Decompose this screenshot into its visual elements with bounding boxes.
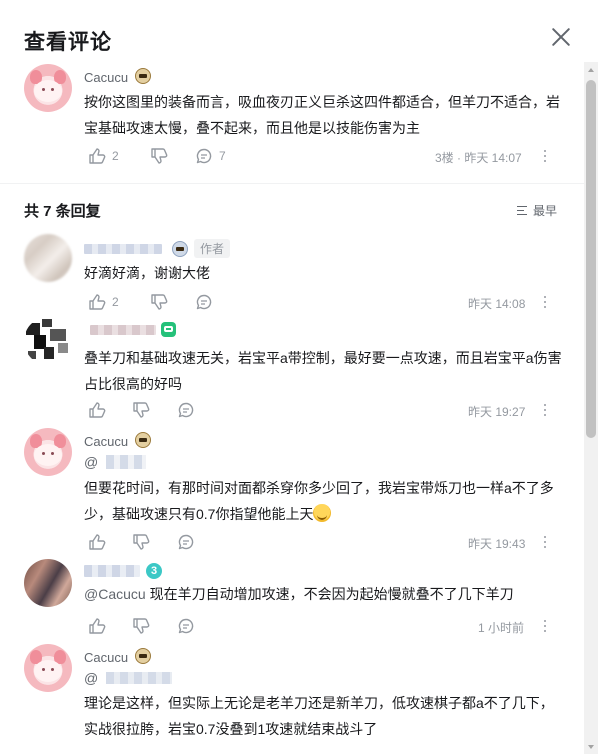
user-badge-icon bbox=[172, 241, 188, 257]
reply-actions: 2 昨天 14:08 bbox=[88, 293, 558, 313]
user-badge-icon bbox=[135, 648, 151, 664]
username[interactable]: Cacucu bbox=[84, 70, 128, 85]
dialog-header: 查看评论 bbox=[0, 0, 598, 62]
like-count: 2 bbox=[112, 295, 119, 309]
mention-link[interactable]: @Cacucu bbox=[84, 586, 146, 602]
divider bbox=[0, 183, 584, 184]
dialog-title: 查看评论 bbox=[24, 31, 112, 54]
reply-actions: 1 小时前 bbox=[88, 617, 558, 637]
emoji-icon bbox=[313, 504, 332, 522]
sort-label: 最早 bbox=[533, 204, 558, 218]
avatar[interactable] bbox=[24, 559, 72, 607]
reply-actions bbox=[88, 317, 558, 337]
reply-content: 叠羊刀和基础攻速无关，岩宝平a带控制，最好要一点攻速，而且岩宝平a伤害占比很高的… bbox=[84, 350, 562, 392]
thumbs-up-icon bbox=[89, 148, 106, 164]
author-tag: 作者 bbox=[194, 239, 231, 258]
dislike-button[interactable] bbox=[132, 533, 150, 551]
more-vertical-icon[interactable] bbox=[543, 535, 547, 549]
avatar[interactable] bbox=[24, 428, 72, 476]
more-vertical-icon[interactable] bbox=[543, 295, 547, 309]
thumbs-down-icon bbox=[151, 148, 168, 164]
more-vertical-icon[interactable] bbox=[543, 403, 547, 417]
comment-content: 按你这图里的装备而言，吸血夜刃正义巨杀这四件都适合，但羊刀不适合，岩宝基础攻速太… bbox=[84, 94, 560, 136]
like-button[interactable] bbox=[88, 401, 106, 419]
reply-button[interactable]: 7 bbox=[195, 147, 226, 165]
comment-actions: 2 7 3楼 · 昨天 14:07 bbox=[88, 147, 558, 167]
reply-content: 但要花时间，有那时间对面都杀穿你多少回了，我岩宝带烁刀也一样a不了多少，基础攻速… bbox=[84, 475, 564, 527]
reply-bubble-icon bbox=[196, 148, 212, 164]
reply-button[interactable] bbox=[177, 617, 195, 635]
reply-content: @Cacucu 现在羊刀自动增加攻速，不会因为起始慢就叠不了几下羊刀 bbox=[84, 581, 564, 607]
reply-actions: 昨天 19:43 bbox=[88, 533, 558, 553]
comment-scroll-area: Cacucu 按你这图里的装备而言，吸血夜刃正义巨杀这四件都适合，但羊刀不适合，… bbox=[0, 62, 584, 754]
like-button[interactable]: 2 bbox=[88, 147, 119, 165]
username-redacted[interactable] bbox=[84, 244, 162, 254]
reply-bubble-icon bbox=[196, 294, 212, 310]
reply-bubble-icon bbox=[178, 618, 194, 634]
like-button[interactable] bbox=[88, 533, 106, 551]
thumbs-up-icon bbox=[89, 402, 106, 418]
root-comment: Cacucu 按你这图里的装备而言，吸血夜刃正义巨杀这四件都适合，但羊刀不适合，… bbox=[0, 62, 584, 182]
thumbs-down-icon bbox=[133, 618, 150, 634]
scroll-down-arrow-icon[interactable] bbox=[588, 745, 594, 749]
dislike-button[interactable] bbox=[132, 617, 150, 635]
scroll-up-arrow-icon[interactable] bbox=[588, 68, 594, 72]
user-badge-icon bbox=[135, 68, 151, 84]
username[interactable]: Cacucu bbox=[84, 434, 128, 449]
like-button[interactable] bbox=[88, 617, 106, 635]
thumbs-down-icon bbox=[133, 402, 150, 418]
reply-time: 1 小时前 bbox=[478, 621, 525, 635]
username-redacted[interactable] bbox=[84, 565, 140, 577]
sort-button[interactable]: 最早 bbox=[517, 202, 557, 219]
avatar[interactable] bbox=[24, 234, 72, 282]
thumbs-up-icon bbox=[89, 534, 106, 550]
reply-bubble-icon bbox=[178, 534, 194, 550]
replies-count-header: 共 7 条回复 bbox=[24, 203, 101, 220]
reply-item: 作者 好滴好滴，谢谢大佬 2 昨天 14:08 bbox=[0, 234, 584, 314]
reply-bubble-icon bbox=[178, 402, 194, 418]
mention-link[interactable]: @ bbox=[84, 670, 98, 686]
reply-time: 昨天 19:43 bbox=[468, 537, 526, 551]
reply-content: 好滴好滴，谢谢大佬 bbox=[84, 265, 210, 281]
floor-and-time: 3楼 · 昨天 14:07 bbox=[435, 151, 522, 165]
thumbs-down-icon bbox=[151, 294, 168, 310]
reply-content: 理论是这样，但实际上无论是老羊刀还是新羊刀，低攻速棋子都a不了几下，实战很拉胯，… bbox=[84, 695, 554, 737]
more-vertical-icon[interactable] bbox=[543, 619, 547, 633]
sort-icon bbox=[517, 206, 527, 215]
reply-mention-line: @ bbox=[84, 667, 564, 689]
thumbs-down-icon bbox=[133, 534, 150, 550]
user-badge-icon bbox=[135, 432, 151, 448]
reply-item: Cacucu @ 理论是这样，但实际上无论是老羊刀还是新羊刀，低攻速棋子都a不了… bbox=[0, 644, 584, 754]
mention-redacted bbox=[106, 455, 147, 469]
dislike-button[interactable] bbox=[132, 401, 150, 419]
dislike-button[interactable] bbox=[150, 293, 168, 311]
reply-button[interactable] bbox=[177, 401, 195, 419]
mention-redacted bbox=[106, 672, 173, 684]
like-button[interactable]: 2 bbox=[88, 293, 119, 311]
scrollbar-thumb[interactable] bbox=[586, 80, 596, 438]
reply-mention-line: @ bbox=[84, 451, 564, 473]
reply-button[interactable] bbox=[195, 293, 213, 311]
reply-time: 昨天 19:27 bbox=[468, 405, 526, 419]
like-count: 2 bbox=[112, 149, 119, 163]
reply-button[interactable] bbox=[177, 533, 195, 551]
dislike-button[interactable] bbox=[150, 147, 168, 165]
avatar[interactable] bbox=[24, 64, 72, 112]
username[interactable]: Cacucu bbox=[84, 650, 128, 665]
thumbs-up-icon bbox=[89, 618, 106, 634]
thumbs-up-icon bbox=[89, 294, 106, 310]
reply-actions: 昨天 19:27 bbox=[88, 401, 558, 421]
avatar[interactable] bbox=[24, 644, 72, 692]
reply-time: 昨天 14:08 bbox=[468, 297, 526, 311]
close-icon[interactable] bbox=[548, 24, 574, 50]
more-vertical-icon[interactable] bbox=[543, 149, 547, 163]
avatar[interactable] bbox=[24, 317, 72, 365]
level-badge: 3 bbox=[146, 563, 162, 579]
reply-content-text: 现在羊刀自动增加攻速，不会因为起始慢就叠不了几下羊刀 bbox=[149, 586, 514, 602]
reply-count: 7 bbox=[219, 149, 226, 163]
mention-link[interactable]: @ bbox=[84, 454, 98, 470]
